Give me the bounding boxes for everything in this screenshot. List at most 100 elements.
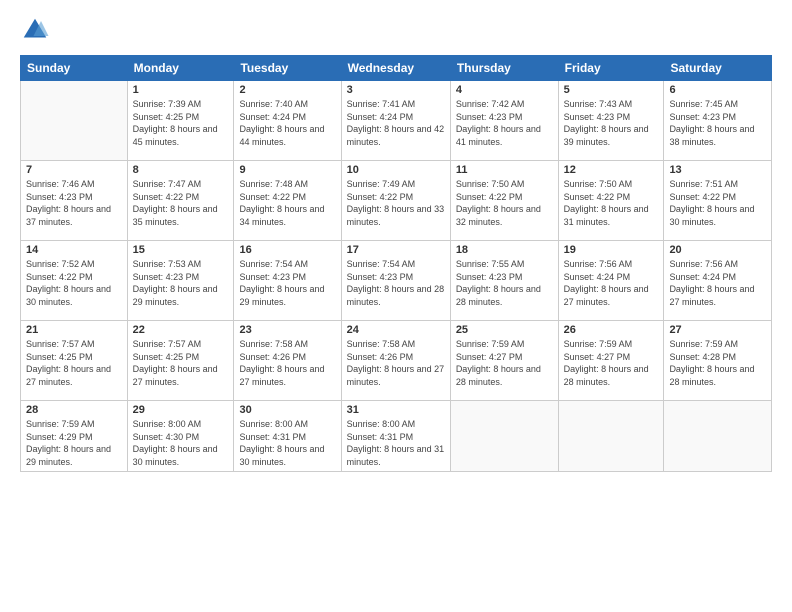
weekday-header-wednesday: Wednesday bbox=[341, 56, 450, 81]
calendar-cell: 23 Sunrise: 7:58 AMSunset: 4:26 PMDayligh… bbox=[234, 321, 341, 401]
calendar-cell: 13Sunrise: 7:51 AMSunset: 4:22 PMDayligh… bbox=[664, 161, 772, 241]
calendar-cell: 15 Sunrise: 7:53 AMSunset: 4:23 PMDayligh… bbox=[127, 241, 234, 321]
calendar-cell: 5 Sunrise: 7:43 AMSunset: 4:23 PMDaylight… bbox=[558, 81, 664, 161]
day-info: Sunrise: 7:47 AMSunset: 4:22 PMDaylight:… bbox=[133, 178, 229, 228]
calendar-cell bbox=[664, 401, 772, 472]
day-number: 19 bbox=[564, 244, 659, 256]
calendar-cell bbox=[450, 401, 558, 472]
day-info: Sunrise: 7:49 AMSunset: 4:22 PMDaylight:… bbox=[347, 178, 445, 228]
calendar-cell: 7 Sunrise: 7:46 AMSunset: 4:23 PMDaylight… bbox=[21, 161, 128, 241]
week-row-1: 7 Sunrise: 7:46 AMSunset: 4:23 PMDaylight… bbox=[21, 161, 772, 241]
calendar-cell: 1 Sunrise: 7:39 AMSunset: 4:25 PMDaylight… bbox=[127, 81, 234, 161]
day-number: 23 bbox=[239, 324, 335, 336]
calendar-cell: 17 Sunrise: 7:54 AMSunset: 4:23 PMDayligh… bbox=[341, 241, 450, 321]
week-row-3: 21Sunrise: 7:57 AMSunset: 4:25 PMDayligh… bbox=[21, 321, 772, 401]
calendar-cell bbox=[21, 81, 128, 161]
day-info: Sunrise: 7:52 AMSunset: 4:22 PMDaylight:… bbox=[26, 258, 122, 308]
day-number: 12 bbox=[564, 164, 659, 176]
day-info: Sunrise: 7:56 AMSunset: 4:24 PMDaylight:… bbox=[564, 258, 659, 308]
calendar-cell: 16Sunrise: 7:54 AMSunset: 4:23 PMDayligh… bbox=[234, 241, 341, 321]
day-info: Sunrise: 7:50 AMSunset: 4:22 PMDaylight:… bbox=[564, 178, 659, 228]
day-info: Sunrise: 8:00 AMSunset: 4:30 PMDaylight:… bbox=[133, 418, 229, 468]
calendar-cell: 21Sunrise: 7:57 AMSunset: 4:25 PMDayligh… bbox=[21, 321, 128, 401]
calendar-cell bbox=[558, 401, 664, 472]
day-number: 10 bbox=[347, 164, 445, 176]
day-number: 4 bbox=[456, 84, 553, 96]
day-info: Sunrise: 7:57 AMSunset: 4:25 PMDaylight:… bbox=[26, 338, 122, 388]
calendar-cell: 20 Sunrise: 7:56 AMSunset: 4:24 PMDayligh… bbox=[664, 241, 772, 321]
calendar-cell: 12 Sunrise: 7:50 AMSunset: 4:22 PMDayligh… bbox=[558, 161, 664, 241]
day-number: 9 bbox=[239, 164, 335, 176]
week-row-4: 28Sunrise: 7:59 AMSunset: 4:29 PMDayligh… bbox=[21, 401, 772, 472]
calendar-cell: 31 Sunrise: 8:00 AMSunset: 4:31 PMDayligh… bbox=[341, 401, 450, 472]
day-number: 25 bbox=[456, 324, 553, 336]
calendar-cell: 30 Sunrise: 8:00 AMSunset: 4:31 PMDayligh… bbox=[234, 401, 341, 472]
calendar-cell: 18 Sunrise: 7:55 AMSunset: 4:23 PMDayligh… bbox=[450, 241, 558, 321]
day-number: 16 bbox=[239, 244, 335, 256]
calendar-cell: 28Sunrise: 7:59 AMSunset: 4:29 PMDayligh… bbox=[21, 401, 128, 472]
week-row-2: 14 Sunrise: 7:52 AMSunset: 4:22 PMDayligh… bbox=[21, 241, 772, 321]
day-number: 29 bbox=[133, 404, 229, 416]
day-info: Sunrise: 7:56 AMSunset: 4:24 PMDaylight:… bbox=[669, 258, 766, 308]
calendar-table: SundayMondayTuesdayWednesdayThursdayFrid… bbox=[20, 55, 772, 472]
day-number: 27 bbox=[669, 324, 766, 336]
day-info: Sunrise: 7:48 AMSunset: 4:22 PMDaylight:… bbox=[239, 178, 335, 228]
page: SundayMondayTuesdayWednesdayThursdayFrid… bbox=[0, 0, 792, 612]
day-info: Sunrise: 7:42 AMSunset: 4:23 PMDaylight:… bbox=[456, 98, 553, 148]
calendar-cell: 27 Sunrise: 7:59 AMSunset: 4:28 PMDayligh… bbox=[664, 321, 772, 401]
weekday-header-monday: Monday bbox=[127, 56, 234, 81]
day-info: Sunrise: 8:00 AMSunset: 4:31 PMDaylight:… bbox=[239, 418, 335, 468]
day-number: 14 bbox=[26, 244, 122, 256]
day-info: Sunrise: 7:40 AMSunset: 4:24 PMDaylight:… bbox=[239, 98, 335, 148]
calendar-cell: 29 Sunrise: 8:00 AMSunset: 4:30 PMDayligh… bbox=[127, 401, 234, 472]
calendar-cell: 14 Sunrise: 7:52 AMSunset: 4:22 PMDayligh… bbox=[21, 241, 128, 321]
day-number: 18 bbox=[456, 244, 553, 256]
day-number: 24 bbox=[347, 324, 445, 336]
day-info: Sunrise: 7:58 AMSunset: 4:26 PMDaylight:… bbox=[347, 338, 445, 388]
logo bbox=[20, 15, 54, 45]
day-number: 1 bbox=[133, 84, 229, 96]
calendar-cell: 4 Sunrise: 7:42 AMSunset: 4:23 PMDaylight… bbox=[450, 81, 558, 161]
day-info: Sunrise: 7:59 AMSunset: 4:28 PMDaylight:… bbox=[669, 338, 766, 388]
day-info: Sunrise: 7:57 AMSunset: 4:25 PMDaylight:… bbox=[133, 338, 229, 388]
day-number: 7 bbox=[26, 164, 122, 176]
day-info: Sunrise: 7:59 AMSunset: 4:27 PMDaylight:… bbox=[564, 338, 659, 388]
day-number: 3 bbox=[347, 84, 445, 96]
calendar-cell: 19 Sunrise: 7:56 AMSunset: 4:24 PMDayligh… bbox=[558, 241, 664, 321]
day-number: 22 bbox=[133, 324, 229, 336]
weekday-header-sunday: Sunday bbox=[21, 56, 128, 81]
day-number: 30 bbox=[239, 404, 335, 416]
day-number: 13 bbox=[669, 164, 766, 176]
day-number: 26 bbox=[564, 324, 659, 336]
calendar-cell: 11 Sunrise: 7:50 AMSunset: 4:22 PMDayligh… bbox=[450, 161, 558, 241]
calendar-cell: 6 Sunrise: 7:45 AMSunset: 4:23 PMDaylight… bbox=[664, 81, 772, 161]
day-info: Sunrise: 7:59 AMSunset: 4:27 PMDaylight:… bbox=[456, 338, 553, 388]
calendar-cell: 25 Sunrise: 7:59 AMSunset: 4:27 PMDayligh… bbox=[450, 321, 558, 401]
day-info: Sunrise: 7:54 AMSunset: 4:23 PMDaylight:… bbox=[347, 258, 445, 308]
day-number: 8 bbox=[133, 164, 229, 176]
calendar-cell: 9 Sunrise: 7:48 AMSunset: 4:22 PMDaylight… bbox=[234, 161, 341, 241]
weekday-header-friday: Friday bbox=[558, 56, 664, 81]
weekday-header-saturday: Saturday bbox=[664, 56, 772, 81]
day-number: 17 bbox=[347, 244, 445, 256]
header bbox=[20, 15, 772, 45]
day-info: Sunrise: 7:46 AMSunset: 4:23 PMDaylight:… bbox=[26, 178, 122, 228]
day-number: 5 bbox=[564, 84, 659, 96]
day-info: Sunrise: 7:55 AMSunset: 4:23 PMDaylight:… bbox=[456, 258, 553, 308]
day-number: 20 bbox=[669, 244, 766, 256]
calendar-cell: 22 Sunrise: 7:57 AMSunset: 4:25 PMDayligh… bbox=[127, 321, 234, 401]
day-info: Sunrise: 7:39 AMSunset: 4:25 PMDaylight:… bbox=[133, 98, 229, 148]
day-info: Sunrise: 7:58 AMSunset: 4:26 PMDaylight:… bbox=[239, 338, 335, 388]
day-number: 15 bbox=[133, 244, 229, 256]
day-info: Sunrise: 7:43 AMSunset: 4:23 PMDaylight:… bbox=[564, 98, 659, 148]
day-info: Sunrise: 7:53 AMSunset: 4:23 PMDaylight:… bbox=[133, 258, 229, 308]
day-info: Sunrise: 7:50 AMSunset: 4:22 PMDaylight:… bbox=[456, 178, 553, 228]
day-info: Sunrise: 8:00 AMSunset: 4:31 PMDaylight:… bbox=[347, 418, 445, 468]
weekday-header-tuesday: Tuesday bbox=[234, 56, 341, 81]
day-number: 11 bbox=[456, 164, 553, 176]
week-row-0: 1 Sunrise: 7:39 AMSunset: 4:25 PMDaylight… bbox=[21, 81, 772, 161]
day-info: Sunrise: 7:45 AMSunset: 4:23 PMDaylight:… bbox=[669, 98, 766, 148]
day-number: 31 bbox=[347, 404, 445, 416]
calendar-cell: 3Sunrise: 7:41 AMSunset: 4:24 PMDaylight… bbox=[341, 81, 450, 161]
day-number: 6 bbox=[669, 84, 766, 96]
